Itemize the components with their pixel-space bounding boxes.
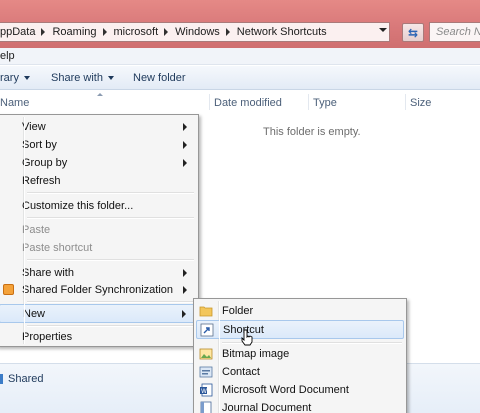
- submenu-item-folder[interactable]: Folder: [196, 302, 404, 320]
- submenu-arrow-icon: [183, 286, 187, 294]
- search-input[interactable]: Search Ne: [429, 22, 480, 42]
- address-bar[interactable]: ppData Roaming microsoft Windows Network…: [0, 22, 390, 42]
- address-dropdown-icon[interactable]: [379, 28, 387, 32]
- submenu-arrow-icon: [182, 310, 186, 318]
- shortcut-icon: [200, 323, 214, 337]
- svg-text:W: W: [201, 388, 207, 395]
- new-submenu: Folder Shortcut Bitmap image Contact W M…: [193, 298, 407, 413]
- submenu-arrow-icon: [183, 269, 187, 277]
- submenu-item-journal-document[interactable]: Journal Document: [196, 399, 404, 413]
- breadcrumb-separator-icon[interactable]: [225, 28, 230, 36]
- column-header-name[interactable]: Name: [0, 97, 29, 109]
- menu-item-refresh[interactable]: Refresh: [0, 172, 196, 190]
- menu-item-properties[interactable]: Properties: [0, 328, 196, 346]
- search-placeholder: Search Ne: [436, 26, 480, 38]
- share-with-button[interactable]: Share with: [51, 72, 114, 84]
- contact-icon: [199, 365, 213, 379]
- folder-icon: [199, 304, 213, 318]
- sync-icon: [3, 284, 14, 295]
- shared-icon: [0, 374, 6, 384]
- breadcrumb-appdata[interactable]: ppData: [0, 26, 52, 38]
- context-menu: View Sort by Group by Refresh Customize …: [0, 114, 199, 347]
- column-divider[interactable]: [209, 94, 210, 110]
- breadcrumb-separator-icon[interactable]: [41, 28, 46, 36]
- menu-item-sort-by[interactable]: Sort by: [0, 136, 196, 154]
- menu-bar: elp: [0, 48, 480, 65]
- breadcrumb-separator-icon[interactable]: [102, 28, 107, 36]
- breadcrumb-microsoft[interactable]: microsoft: [114, 26, 176, 38]
- bitmap-icon: [199, 347, 213, 361]
- menu-separator: [27, 259, 194, 261]
- column-header-type[interactable]: Type: [313, 97, 337, 109]
- empty-folder-message: This folder is empty.: [263, 126, 361, 138]
- nav-item-shared[interactable]: Shared: [0, 373, 43, 385]
- submenu-arrow-icon: [183, 141, 187, 149]
- submenu-arrow-icon: [183, 159, 187, 167]
- menu-item-view[interactable]: View: [0, 118, 196, 136]
- menu-separator: [27, 301, 194, 303]
- menu-item-paste-shortcut[interactable]: Paste shortcut: [0, 239, 196, 257]
- breadcrumb-separator-icon[interactable]: [164, 28, 169, 36]
- submenu-item-contact[interactable]: Contact: [196, 363, 404, 381]
- column-header-size[interactable]: Size: [410, 97, 431, 109]
- column-header-date-modified[interactable]: Date modified: [214, 97, 282, 109]
- menu-item-group-by[interactable]: Group by: [0, 154, 196, 172]
- menu-item-share-with[interactable]: Share with: [0, 264, 196, 282]
- column-divider[interactable]: [308, 94, 309, 110]
- word-document-icon: W: [199, 383, 213, 397]
- breadcrumb-network-shortcuts[interactable]: Network Shortcuts: [237, 26, 327, 38]
- menu-separator: [27, 217, 194, 219]
- submenu-item-word-document[interactable]: W Microsoft Word Document: [196, 381, 404, 399]
- refresh-icon: ⇆: [407, 25, 419, 40]
- library-button[interactable]: rary: [0, 72, 30, 84]
- refresh-button[interactable]: ⇆: [402, 23, 424, 42]
- journal-icon: [199, 401, 213, 413]
- menu-item-shared-folder-sync[interactable]: Shared Folder Synchronization: [0, 281, 196, 299]
- new-folder-button[interactable]: New folder: [133, 72, 186, 84]
- chevron-down-icon: [23, 76, 30, 80]
- column-divider[interactable]: [405, 94, 406, 110]
- command-toolbar: rary Share with New folder: [0, 66, 480, 90]
- breadcrumb-windows[interactable]: Windows: [175, 26, 237, 38]
- submenu-arrow-icon: [183, 123, 187, 131]
- submenu-item-shortcut[interactable]: Shortcut: [196, 320, 404, 339]
- breadcrumb-roaming[interactable]: Roaming: [52, 26, 113, 38]
- menu-item-paste[interactable]: Paste: [0, 221, 196, 239]
- column-headers: Name Date modified Type Size: [0, 92, 480, 112]
- sort-ascending-icon: [97, 93, 103, 96]
- menu-help[interactable]: elp: [0, 50, 15, 62]
- menu-item-customize-folder[interactable]: Customize this folder...: [0, 197, 196, 215]
- mouse-cursor-icon: [241, 329, 253, 350]
- menu-separator: [27, 192, 194, 194]
- submenu-item-bitmap-image[interactable]: Bitmap image: [196, 345, 404, 363]
- menu-item-new[interactable]: New: [0, 304, 196, 323]
- chevron-down-icon: [107, 76, 114, 80]
- menu-separator: [27, 325, 194, 327]
